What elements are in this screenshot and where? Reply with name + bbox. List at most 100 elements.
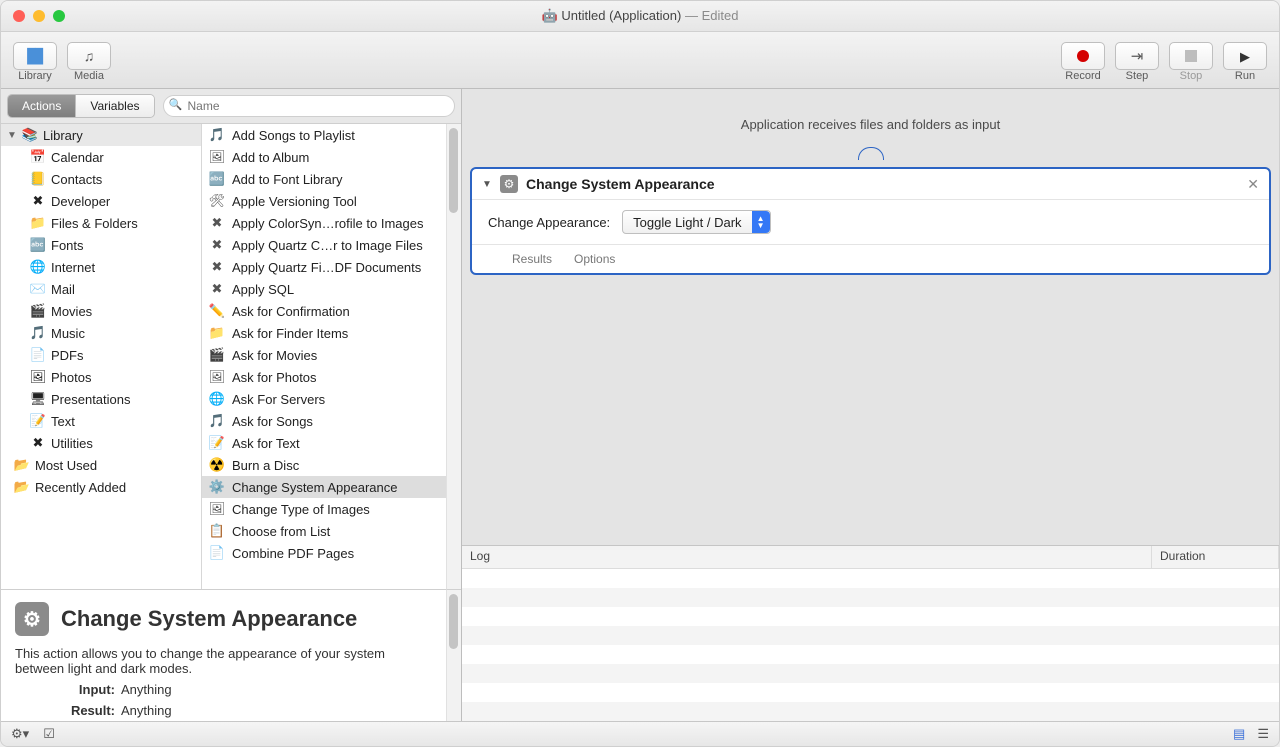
action-scrollbar[interactable] xyxy=(446,124,461,589)
action-row[interactable]: 🖼Change Type of Images xyxy=(202,498,446,520)
action-list[interactable]: 🎵Add Songs to Playlist🖼Add to Album🔤Add … xyxy=(202,124,446,589)
log-header[interactable]: Log Duration xyxy=(462,546,1279,569)
action-row[interactable]: 🔤Add to Font Library xyxy=(202,168,446,190)
step-icon xyxy=(1131,47,1144,65)
action-row[interactable]: 🎵Add Songs to Playlist xyxy=(202,124,446,146)
log-panel: Log Duration xyxy=(462,545,1279,721)
workflow-input-text: Application receives files and folders a… xyxy=(741,117,1000,132)
action-row[interactable]: ⚙️Change System Appearance xyxy=(202,476,446,498)
action-row[interactable]: 🖼Ask for Photos xyxy=(202,366,446,388)
stop-label: Stop xyxy=(1180,70,1203,82)
desc-result-key: Result: xyxy=(15,703,115,718)
action-row[interactable]: 📝Ask for Text xyxy=(202,432,446,454)
library-columns: ▼📚Library📅Calendar📒Contacts✖︎Developer📁F… xyxy=(1,124,461,589)
action-row[interactable]: ✏️Ask for Confirmation xyxy=(202,300,446,322)
stop-button: Stop xyxy=(1169,42,1213,82)
action-row[interactable]: 📋Choose from List xyxy=(202,520,446,542)
tree-smart-item[interactable]: 📂Most Used xyxy=(1,454,201,476)
action-body: Change Appearance: Toggle Light / Dark ▲… xyxy=(472,200,1269,244)
tree-item[interactable]: 🌐Internet xyxy=(1,256,201,278)
action-title: Change System Appearance xyxy=(526,176,715,192)
media-label: Media xyxy=(74,70,104,82)
disclosure-triangle-icon[interactable]: ▼ xyxy=(482,179,492,190)
validate-icon[interactable]: ☑︎ xyxy=(43,726,55,742)
action-row[interactable]: ✖︎Apply SQL xyxy=(202,278,446,300)
record-label: Record xyxy=(1065,70,1100,82)
tree-item[interactable]: 📁Files & Folders xyxy=(1,212,201,234)
tree-item[interactable]: ✖︎Utilities xyxy=(1,432,201,454)
action-row[interactable]: ✖︎Apply Quartz C…r to Image Files xyxy=(202,234,446,256)
workflow-canvas[interactable]: ▼ ⚙︎ Change System Appearance ✕ Change A… xyxy=(462,159,1279,545)
run-button[interactable]: Run xyxy=(1223,42,1267,82)
action-footer: Results Options xyxy=(472,244,1269,273)
action-row[interactable]: 🖼Add to Album xyxy=(202,146,446,168)
tree-item[interactable]: 🖼Photos xyxy=(1,366,201,388)
tree-item[interactable]: 📒Contacts xyxy=(1,168,201,190)
action-row[interactable]: 📁Ask for Finder Items xyxy=(202,322,446,344)
close-window-button[interactable] xyxy=(13,10,25,22)
action-row[interactable]: ✖︎Apply Quartz Fi…DF Documents xyxy=(202,256,446,278)
tab-variables[interactable]: Variables xyxy=(75,95,153,117)
tree-item[interactable]: 🖥Presentations xyxy=(1,388,201,410)
record-button[interactable]: Record xyxy=(1061,42,1105,82)
tree-item[interactable]: ✖︎Developer xyxy=(1,190,201,212)
titlebar[interactable]: 🤖 Untitled (Application) — Edited xyxy=(1,1,1279,32)
media-icon xyxy=(84,48,95,64)
library-icon xyxy=(27,48,43,65)
action-row[interactable]: 🛠Apple Versioning Tool xyxy=(202,190,446,212)
popup-value: Toggle Light / Dark xyxy=(633,215,741,230)
gear-menu-icon[interactable]: ⚙︎▾ xyxy=(11,726,29,742)
minimize-window-button[interactable] xyxy=(33,10,45,22)
desc-result-value: Anything xyxy=(121,703,172,718)
action-row[interactable]: 📄Combine PDF Pages xyxy=(202,542,446,564)
chevron-up-down-icon: ▲▼ xyxy=(752,211,770,233)
tree-smart-item[interactable]: 📂Recently Added xyxy=(1,476,201,498)
description-scrollbar[interactable] xyxy=(446,589,461,721)
tree-item[interactable]: 🎬Movies xyxy=(1,300,201,322)
search-input[interactable] xyxy=(163,95,456,117)
action-row[interactable]: ✖︎Apply ColorSyn…rofile to Images xyxy=(202,212,446,234)
record-icon xyxy=(1077,50,1089,62)
tree-root[interactable]: ▼📚Library xyxy=(1,124,201,146)
log-col-log[interactable]: Log xyxy=(462,546,1152,568)
segment-row: Actions Variables xyxy=(1,89,461,124)
action-row[interactable]: ☢️Burn a Disc xyxy=(202,454,446,476)
library-button[interactable]: Library xyxy=(13,42,57,82)
library-pane: Actions Variables ▼📚Library📅Calendar📒Con… xyxy=(1,89,462,721)
gear-icon: ⚙︎ xyxy=(15,602,49,636)
tree-item[interactable]: 🔤Fonts xyxy=(1,234,201,256)
action-row[interactable]: 🎬Ask for Movies xyxy=(202,344,446,366)
close-icon[interactable]: ✕ xyxy=(1247,176,1259,193)
toolbar: Library Media Record Step Stop Run xyxy=(1,32,1279,89)
action-card[interactable]: ▼ ⚙︎ Change System Appearance ✕ Change A… xyxy=(470,167,1271,275)
run-label: Run xyxy=(1235,70,1255,82)
zoom-window-button[interactable] xyxy=(53,10,65,22)
tree-item[interactable]: ✉️Mail xyxy=(1,278,201,300)
action-row[interactable]: 🎵Ask for Songs xyxy=(202,410,446,432)
gear-icon: ⚙︎ xyxy=(500,175,518,193)
options-tab[interactable]: Options xyxy=(574,252,615,266)
log-col-duration[interactable]: Duration xyxy=(1152,546,1279,568)
tree-item[interactable]: 📄PDFs xyxy=(1,344,201,366)
desc-input-value: Anything xyxy=(121,682,172,697)
tree-item[interactable]: 🎵Music xyxy=(1,322,201,344)
workflow-input-header[interactable]: Application receives files and folders a… xyxy=(462,89,1279,159)
tab-actions[interactable]: Actions xyxy=(8,95,75,117)
segment-control: Actions Variables xyxy=(7,94,155,118)
tree-item[interactable]: 📝Text xyxy=(1,410,201,432)
desc-input-key: Input: xyxy=(15,682,115,697)
log-view-icon[interactable]: ▤ xyxy=(1233,726,1245,742)
window-title: 🤖 Untitled (Application) — Edited xyxy=(65,8,1215,24)
search-field[interactable] xyxy=(163,95,456,117)
media-button[interactable]: Media xyxy=(67,42,111,82)
action-row[interactable]: 🌐Ask For Servers xyxy=(202,388,446,410)
description-title: ⚙︎ Change System Appearance xyxy=(15,602,432,636)
stop-icon xyxy=(1185,50,1197,62)
alt-view-icon[interactable]: ☰ xyxy=(1257,726,1269,742)
step-button[interactable]: Step xyxy=(1115,42,1159,82)
appearance-popup[interactable]: Toggle Light / Dark ▲▼ xyxy=(622,210,770,234)
action-header[interactable]: ▼ ⚙︎ Change System Appearance ✕ xyxy=(472,169,1269,200)
results-tab[interactable]: Results xyxy=(512,252,552,266)
tree-item[interactable]: 📅Calendar xyxy=(1,146,201,168)
category-tree[interactable]: ▼📚Library📅Calendar📒Contacts✖︎Developer📁F… xyxy=(1,124,202,589)
